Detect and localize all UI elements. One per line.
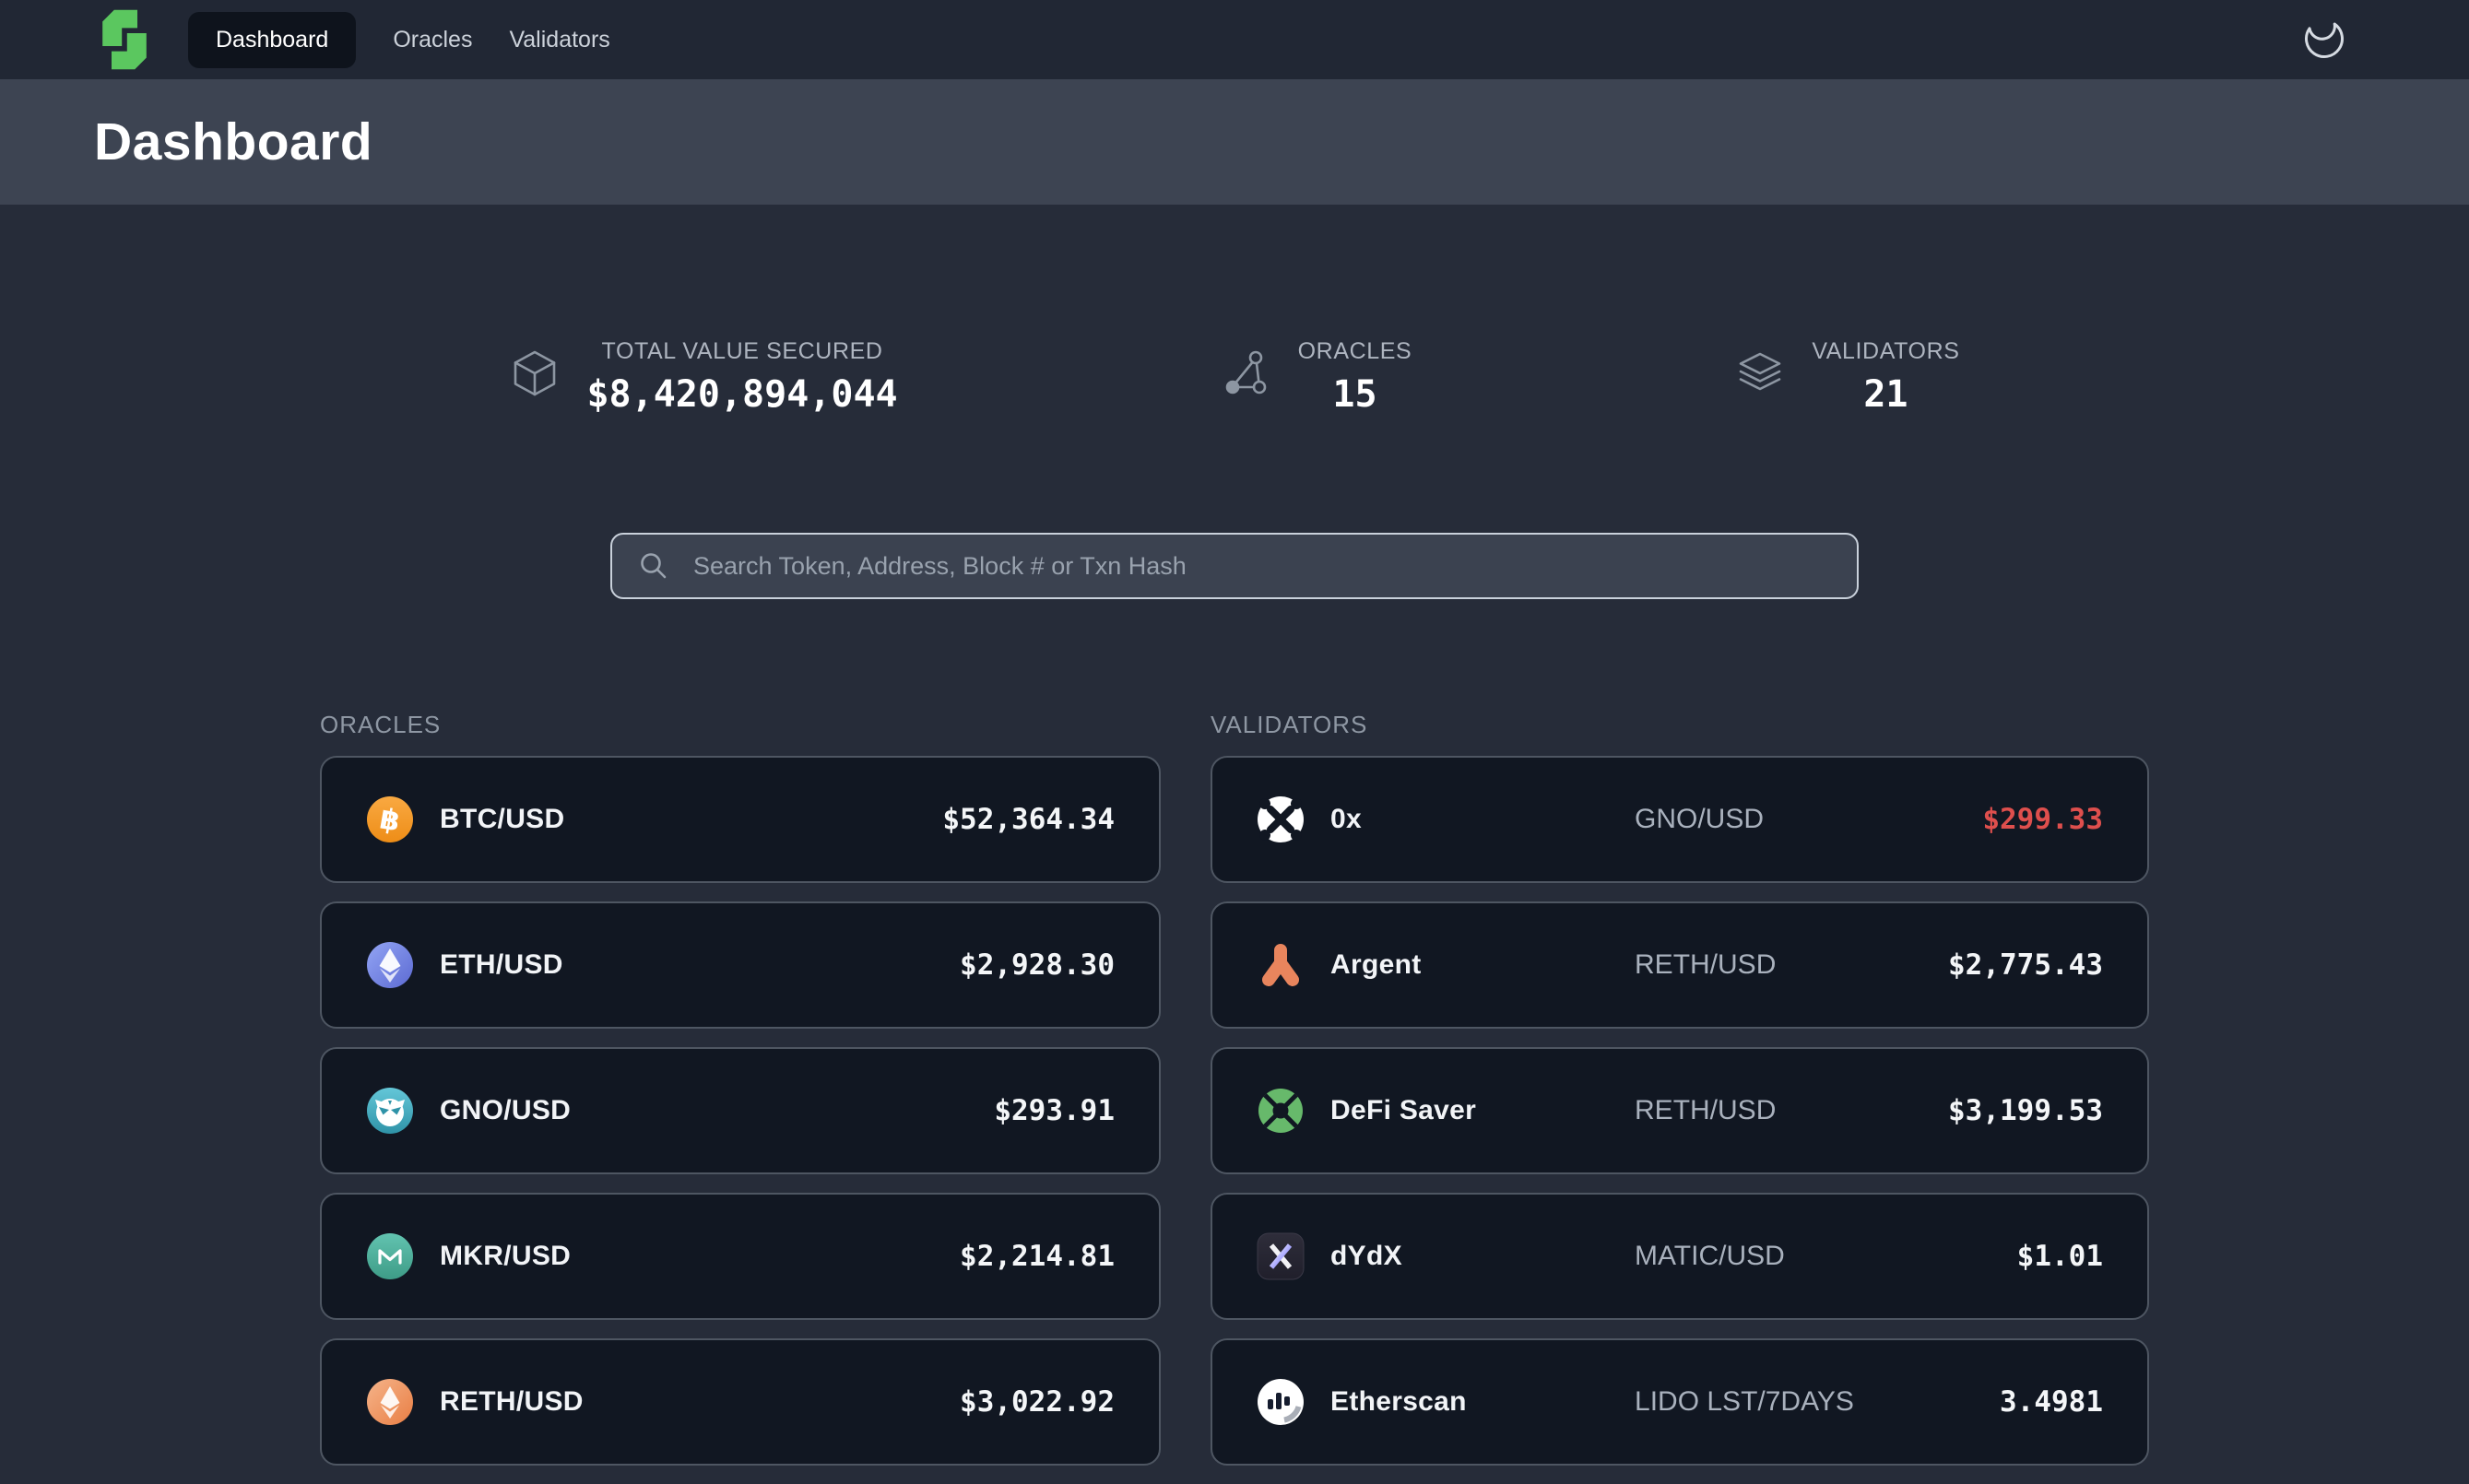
stat-value: 21 [1863,373,1908,416]
eth-icon [366,941,414,989]
stat-label: TOTAL VALUE SECURED [602,338,883,365]
reth-icon [366,1378,414,1426]
etherscan-icon [1257,1378,1305,1426]
theme-toggle-button[interactable] [2299,15,2349,65]
validator-row[interactable]: dYdX MATIC/USD $1.01 [1211,1193,2149,1320]
search-input[interactable] [610,533,1859,599]
stat-value: 15 [1332,373,1376,416]
stat-validators: VALIDATORS 21 [1734,338,1959,416]
nav-item-dashboard[interactable]: Dashboard [188,12,356,68]
dydx-icon [1257,1232,1305,1280]
oracle-row[interactable]: ฿ BTC/USD $52,364.34 [320,756,1161,883]
validator-row[interactable]: Argent RETH/USD $2,775.43 [1211,901,2149,1029]
stat-value: $8,420,894,044 [586,373,897,416]
validators-column-header: VALIDATORS [1211,711,2149,739]
layers-icon [1734,347,1786,404]
btc-icon: ฿ [366,795,414,843]
search-bar [610,533,1859,599]
chronicle-logo-icon[interactable] [92,6,157,74]
oracles-column-header: ORACLES [320,711,1161,739]
lists-section: ORACLES ฿ BTC/USD $52,364.34 ETH/USD $2,… [320,711,2149,1484]
defisaver-icon [1257,1087,1305,1135]
navbar: Dashboard Oracles Validators [0,0,2469,79]
validator-row[interactable]: 0x GNO/USD $299.33 [1211,756,2149,883]
validators-column: VALIDATORS 0x GNO/USD $299.33 Argent RET… [1211,711,2149,1484]
cube-icon [509,347,561,404]
page-header: Dashboard [0,79,2469,205]
stat-label: VALIDATORS [1812,338,1959,365]
nav-item-oracles[interactable]: Oracles [393,12,472,68]
gno-icon [366,1087,414,1135]
zerox-icon [1257,795,1305,843]
stat-total-value-secured: TOTAL VALUE SECURED $8,420,894,044 [509,338,897,416]
page-title: Dashboard [94,112,372,172]
oracle-row[interactable]: GNO/USD $293.91 [320,1047,1161,1174]
stat-oracles: ORACLES 15 [1221,338,1412,416]
network-icon [1221,347,1272,404]
validators-list: 0x GNO/USD $299.33 Argent RETH/USD $2,77… [1211,756,2149,1466]
stat-label: ORACLES [1298,338,1412,365]
validator-row[interactable]: DeFi Saver RETH/USD $3,199.53 [1211,1047,2149,1174]
oracles-list: ฿ BTC/USD $52,364.34 ETH/USD $2,928.30 G… [320,756,1161,1466]
oracle-row[interactable]: RETH/USD $3,022.92 [320,1338,1161,1466]
moon-icon [2300,15,2348,65]
oracles-column: ORACLES ฿ BTC/USD $52,364.34 ETH/USD $2,… [320,711,1161,1484]
nav-menu: Dashboard Oracles Validators [188,12,610,68]
argent-icon [1257,941,1305,989]
oracle-row[interactable]: MKR/USD $2,214.81 [320,1193,1161,1320]
validator-row[interactable]: Etherscan LIDO LST/7DAYS 3.4981 [1211,1338,2149,1466]
mkr-icon [366,1232,414,1280]
oracle-row[interactable]: ETH/USD $2,928.30 [320,901,1161,1029]
nav-item-validators[interactable]: Validators [509,12,609,68]
stats-row: TOTAL VALUE SECURED $8,420,894,044 ORACL… [0,338,2469,416]
